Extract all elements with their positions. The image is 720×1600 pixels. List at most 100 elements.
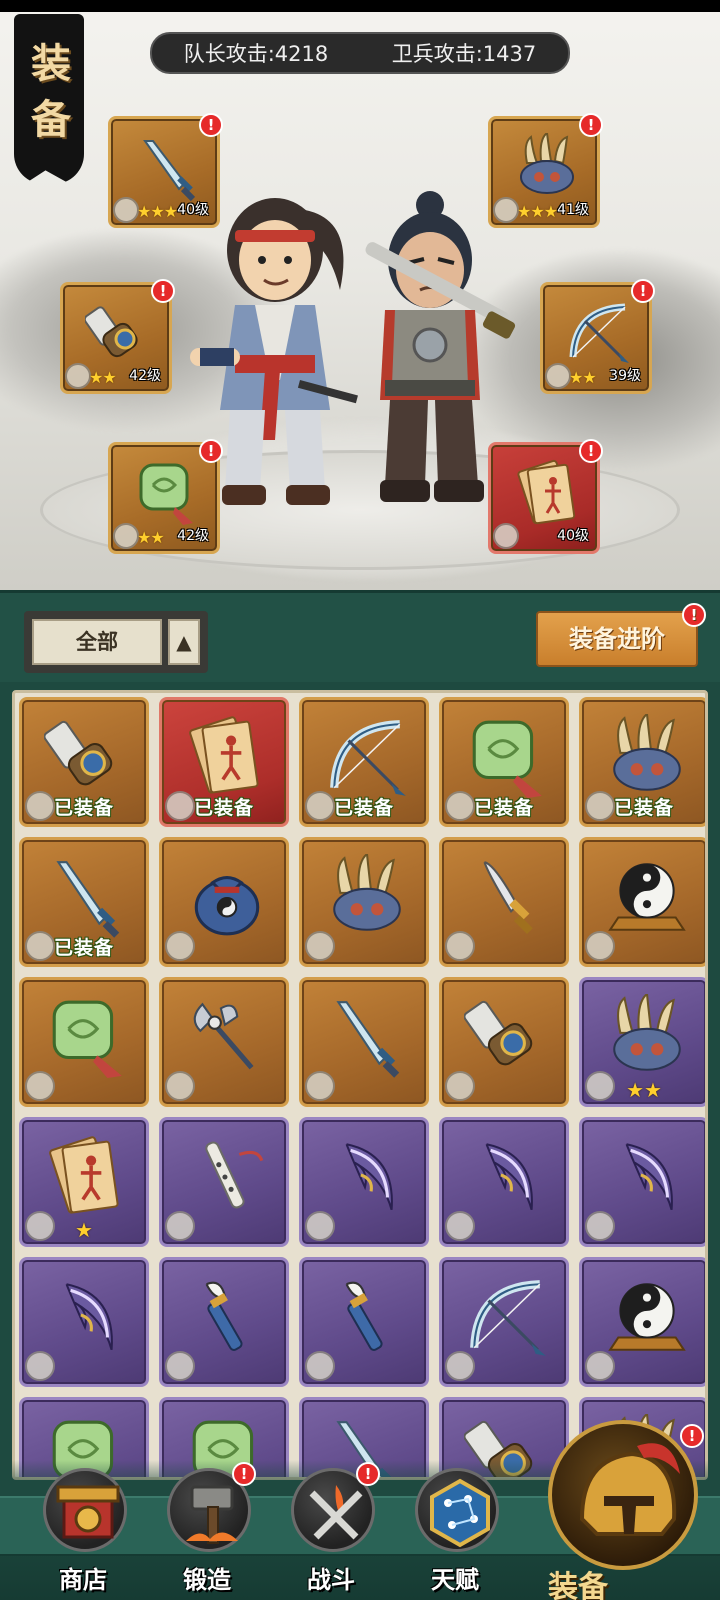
inventory-item[interactable] bbox=[439, 1257, 569, 1387]
jade-pendant-icon bbox=[139, 463, 193, 525]
slot-frame-disk bbox=[113, 523, 139, 549]
inventory-grid: 已装备 已装备 已装备 已装备 已装备 已装备 ★★ ★ bbox=[19, 697, 705, 1477]
slot-frame-disk bbox=[65, 363, 91, 389]
inventory-item[interactable] bbox=[439, 1117, 569, 1247]
item-frame-disk bbox=[305, 931, 335, 961]
inventory-item[interactable]: 已装备 bbox=[299, 697, 429, 827]
equipped-label: 已装备 bbox=[333, 797, 394, 819]
item-frame-disk bbox=[305, 1351, 335, 1381]
slot-level: 42级 bbox=[129, 368, 161, 384]
alert-badge: ! bbox=[151, 279, 175, 303]
inventory-item[interactable] bbox=[299, 1257, 429, 1387]
inventory-item[interactable] bbox=[159, 837, 289, 967]
nav-talent[interactable]: 天赋 bbox=[400, 1460, 510, 1600]
inventory-item[interactable] bbox=[579, 1117, 705, 1247]
item-frame-disk bbox=[165, 1071, 195, 1101]
alert-badge: ! bbox=[199, 439, 223, 463]
axe-icon bbox=[193, 1002, 254, 1070]
constellation-icon bbox=[415, 1468, 499, 1552]
inventory-item[interactable] bbox=[299, 837, 429, 967]
slot-level: 41级 bbox=[557, 202, 589, 218]
cannon-icon bbox=[464, 1000, 533, 1066]
slot-cannon[interactable]: ★★ 42级 ! bbox=[60, 279, 175, 394]
category-dropdown[interactable]: 全部 ▲ bbox=[24, 611, 208, 673]
equipped-label: 已装备 bbox=[193, 797, 254, 819]
sword-icon bbox=[56, 861, 120, 938]
nav-battle[interactable]: 战斗 ! bbox=[276, 1460, 386, 1600]
alert-badge: ! bbox=[579, 113, 603, 137]
item-stars: ★★ bbox=[626, 1078, 662, 1102]
inventory-item[interactable] bbox=[159, 977, 289, 1107]
inventory-item[interactable] bbox=[159, 1257, 289, 1387]
inventory-item[interactable] bbox=[579, 837, 705, 967]
cannon-icon bbox=[44, 720, 113, 786]
slot-stars: ★★★ bbox=[137, 202, 178, 221]
alert-badge: ! bbox=[631, 279, 655, 303]
scroll-icon bbox=[517, 459, 576, 525]
nav-shop[interactable]: 商店 bbox=[28, 1460, 138, 1600]
slot-level: 40级 bbox=[177, 202, 209, 218]
inventory-item[interactable] bbox=[579, 1257, 705, 1387]
inventory-item[interactable]: ★ bbox=[19, 1117, 149, 1247]
inventory-panel: 已装备 已装备 已装备 已装备 已装备 已装备 ★★ ★ bbox=[12, 690, 708, 1480]
crescent-blade-icon bbox=[345, 1143, 393, 1211]
item-frame-disk bbox=[445, 1351, 475, 1381]
nav-forge-label: 锻造 bbox=[183, 1565, 231, 1594]
alert-badge: ! bbox=[356, 1462, 380, 1486]
inventory-item[interactable]: 已装备 bbox=[439, 697, 569, 827]
slot-stars: ★★ bbox=[89, 368, 117, 387]
item-frame-disk bbox=[445, 1071, 475, 1101]
nav-equip[interactable]: 装备 ! bbox=[548, 1420, 708, 1600]
page-title: 装备 bbox=[31, 40, 71, 143]
nav-battle-label: 战斗 bbox=[307, 1565, 355, 1594]
inventory-item[interactable]: 已装备 bbox=[579, 697, 705, 827]
inventory-item[interactable] bbox=[439, 977, 569, 1107]
slot-level: 42级 bbox=[177, 528, 209, 544]
nav-shop-label: 商店 bbox=[59, 1565, 107, 1594]
guard-attack: 卫兵攻击:1437 bbox=[391, 42, 537, 66]
item-frame-disk bbox=[165, 1211, 195, 1241]
inventory-item[interactable] bbox=[299, 1117, 429, 1247]
item-stars: ★ bbox=[75, 1218, 93, 1242]
inventory-item[interactable] bbox=[19, 1257, 149, 1387]
dagger-icon bbox=[483, 861, 533, 935]
inventory-item[interactable] bbox=[159, 1117, 289, 1247]
slot-weapon[interactable]: ★★★ 40级 ! bbox=[108, 113, 223, 228]
advance-button-label: 装备进阶 bbox=[569, 625, 665, 653]
nav-talent-label: 天赋 bbox=[431, 1565, 479, 1594]
inventory-item[interactable]: 已装备 bbox=[19, 697, 149, 827]
hero-panel: 装备 队长攻击:4218 卫兵攻击:1437 ★★★ 40级 ! ★★★ 41级… bbox=[0, 0, 720, 590]
inventory-item[interactable] bbox=[299, 977, 429, 1107]
jade-pendant-icon bbox=[472, 720, 542, 798]
helmet-icon bbox=[548, 1420, 698, 1570]
slot-stars: ★★★ bbox=[517, 202, 558, 221]
slot-scroll[interactable]: 40级 ! bbox=[488, 439, 603, 554]
scroll-icon bbox=[49, 1136, 119, 1214]
inventory-item[interactable]: 已装备 bbox=[159, 697, 289, 827]
slot-pendant[interactable]: ★★ 42级 ! bbox=[108, 439, 223, 554]
alert-badge: ! bbox=[199, 113, 223, 137]
claw-icon bbox=[613, 714, 681, 791]
category-selected[interactable]: 全部 bbox=[32, 619, 162, 665]
chevron-up-icon[interactable]: ▲ bbox=[168, 619, 200, 665]
yin-yang-icon bbox=[608, 1283, 686, 1351]
bow-icon bbox=[330, 720, 406, 796]
yin-yang-icon bbox=[608, 863, 686, 931]
nav-forge[interactable]: 锻造 ! bbox=[152, 1460, 262, 1600]
claw-icon bbox=[333, 854, 401, 931]
item-frame-disk bbox=[305, 1211, 335, 1241]
inventory-item[interactable]: 已装备 bbox=[19, 837, 149, 967]
attack-stats-bar: 队长攻击:4218 卫兵攻击:1437 bbox=[150, 32, 570, 74]
item-frame-disk bbox=[25, 1351, 55, 1381]
slot-frame-disk bbox=[545, 363, 571, 389]
alert-badge: ! bbox=[682, 603, 706, 627]
inventory-item[interactable] bbox=[19, 977, 149, 1107]
scroll-icon bbox=[189, 716, 259, 794]
slot-glove[interactable]: ★★★ 41级 ! bbox=[488, 113, 603, 228]
bow-icon bbox=[470, 1280, 546, 1356]
inventory-item[interactable] bbox=[439, 837, 569, 967]
item-frame-disk bbox=[585, 1351, 615, 1381]
inventory-item[interactable]: ★★ bbox=[579, 977, 705, 1107]
equipment-advance-button[interactable]: 装备进阶 ! bbox=[536, 603, 706, 667]
slot-bow[interactable]: ★★ 39级 ! bbox=[540, 279, 655, 394]
